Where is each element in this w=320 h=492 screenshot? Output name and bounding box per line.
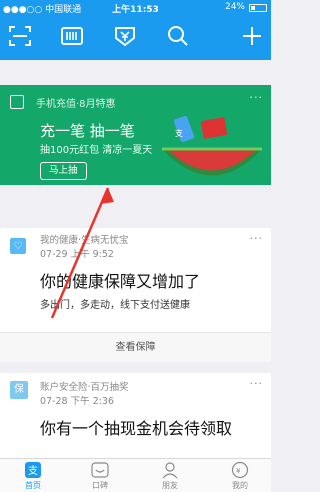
wallet-icon[interactable] (113, 24, 137, 48)
card-source: 账户安全险·百万抽奖 (40, 382, 129, 393)
plus-icon[interactable] (240, 24, 264, 48)
watermelon-illustration: 支 (162, 115, 262, 176)
search-icon[interactable] (166, 24, 190, 48)
svg-text:支: 支 (28, 465, 38, 477)
tab-friends[interactable]: 朋友 (140, 461, 200, 491)
card-title: 你有一个抽现金机会待领取 (40, 419, 233, 438)
battery-percent: 24% (224, 2, 245, 12)
tab-bar: 支 首页 口碑 朋友 ¥ 我的 (0, 458, 271, 492)
phone-icon (10, 95, 24, 109)
status-bar: ●●●○○ 中国联通 上午11:53 24% (0, 0, 271, 15)
smile-icon (91, 462, 109, 478)
scan-icon[interactable] (8, 24, 32, 48)
insurance-card[interactable]: 保 账户安全险·百万抽奖 07-28 下午 2:36 ··· 你有一个抽现金机会… (0, 373, 271, 458)
battery-icon (249, 4, 267, 12)
card-source: 我的健康·生病无忧宝 (40, 235, 129, 246)
card-description: 多出门，多走动，线下支付送健康 (40, 300, 190, 311)
promo-title: 充一笔 抽一笔 (40, 122, 135, 140)
profile-icon: ¥ (231, 461, 249, 479)
more-icon[interactable]: ··· (250, 377, 264, 390)
card-title: 你的健康保障又增加了 (40, 272, 201, 291)
heart-icon: ♡ (10, 238, 26, 254)
more-icon[interactable]: ··· (250, 91, 264, 104)
svg-text:¥: ¥ (236, 467, 241, 475)
promo-subtitle: 抽100元红包 清凉一夏天 (40, 145, 153, 156)
more-icon[interactable]: ··· (250, 232, 264, 245)
insurance-badge-icon: 保 (10, 381, 28, 399)
view-coverage-button[interactable]: 查看保障 (0, 332, 271, 362)
friends-icon (162, 462, 178, 479)
card-source: 手机充值·8月特惠 (36, 99, 116, 110)
tab-koubei[interactable]: 口碑 (70, 461, 130, 491)
card-date: 07-28 下午 2:36 (40, 396, 114, 407)
alipay-home-icon: 支 (25, 462, 41, 478)
barcode-icon[interactable] (60, 24, 84, 48)
tab-me[interactable]: ¥ 我的 (210, 461, 270, 491)
svg-text:支: 支 (175, 128, 183, 138)
tab-home[interactable]: 支 首页 (3, 461, 63, 491)
card-date: 07-29 上午 9:52 (40, 249, 114, 260)
health-card[interactable]: ♡ 我的健康·生病无忧宝 07-29 上午 9:52 ··· 你的健康保障又增加… (0, 228, 271, 362)
top-toolbar (0, 15, 271, 60)
draw-now-button[interactable]: 马上抽 (40, 162, 87, 180)
promo-card[interactable]: 手机充值·8月特惠 ··· 充一笔 抽一笔 抽100元红包 清凉一夏天 马上抽 … (0, 85, 271, 185)
